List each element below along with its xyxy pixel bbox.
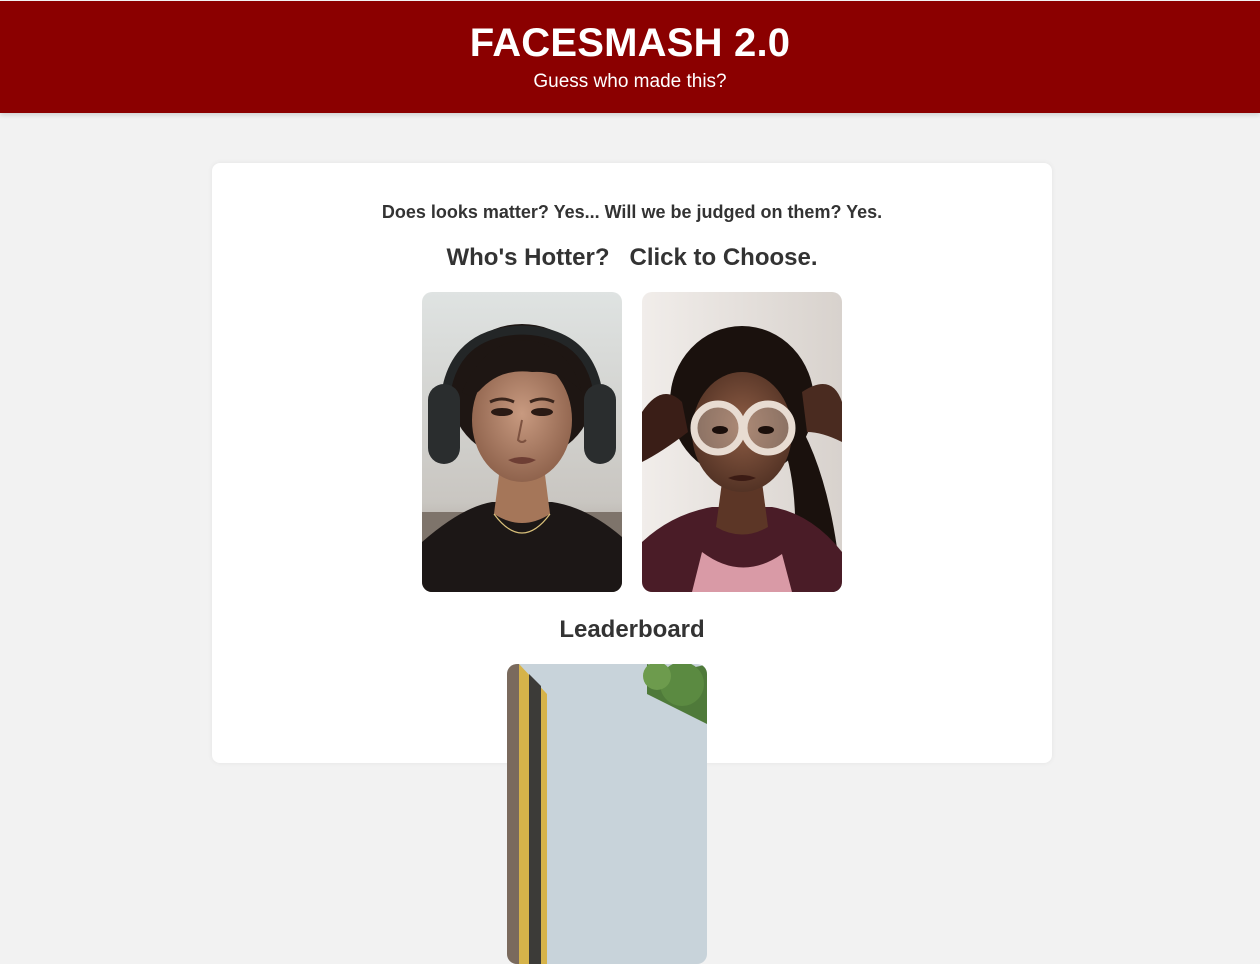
main-card: Does looks matter? Yes... Will we be jud…: [212, 163, 1052, 964]
leaderboard-title: Leaderboard: [559, 616, 705, 643]
prompt-question: Who's Hotter?: [446, 244, 610, 271]
candidate-photo-left-image: [422, 292, 622, 592]
prompt-heading: Who's Hotter? Click to Choose.: [212, 244, 1052, 272]
candidate-photo-right[interactable]: [642, 292, 842, 592]
candidate-photo-left[interactable]: [422, 292, 622, 592]
tagline: Does looks matter? Yes... Will we be jud…: [381, 202, 883, 222]
site-title: FACESMASH 2.0: [469, 21, 791, 65]
candidate-photo-right-image: [642, 292, 842, 592]
leaderboard-photo: [507, 664, 707, 964]
leaderboard-photo-image: [507, 664, 707, 964]
prompt-action: Click to Choose.: [629, 244, 818, 271]
site-subtitle: Guess who made this?: [533, 71, 727, 92]
site-header: FACESMASH 2.0 Guess who made this?: [0, 0, 1260, 113]
